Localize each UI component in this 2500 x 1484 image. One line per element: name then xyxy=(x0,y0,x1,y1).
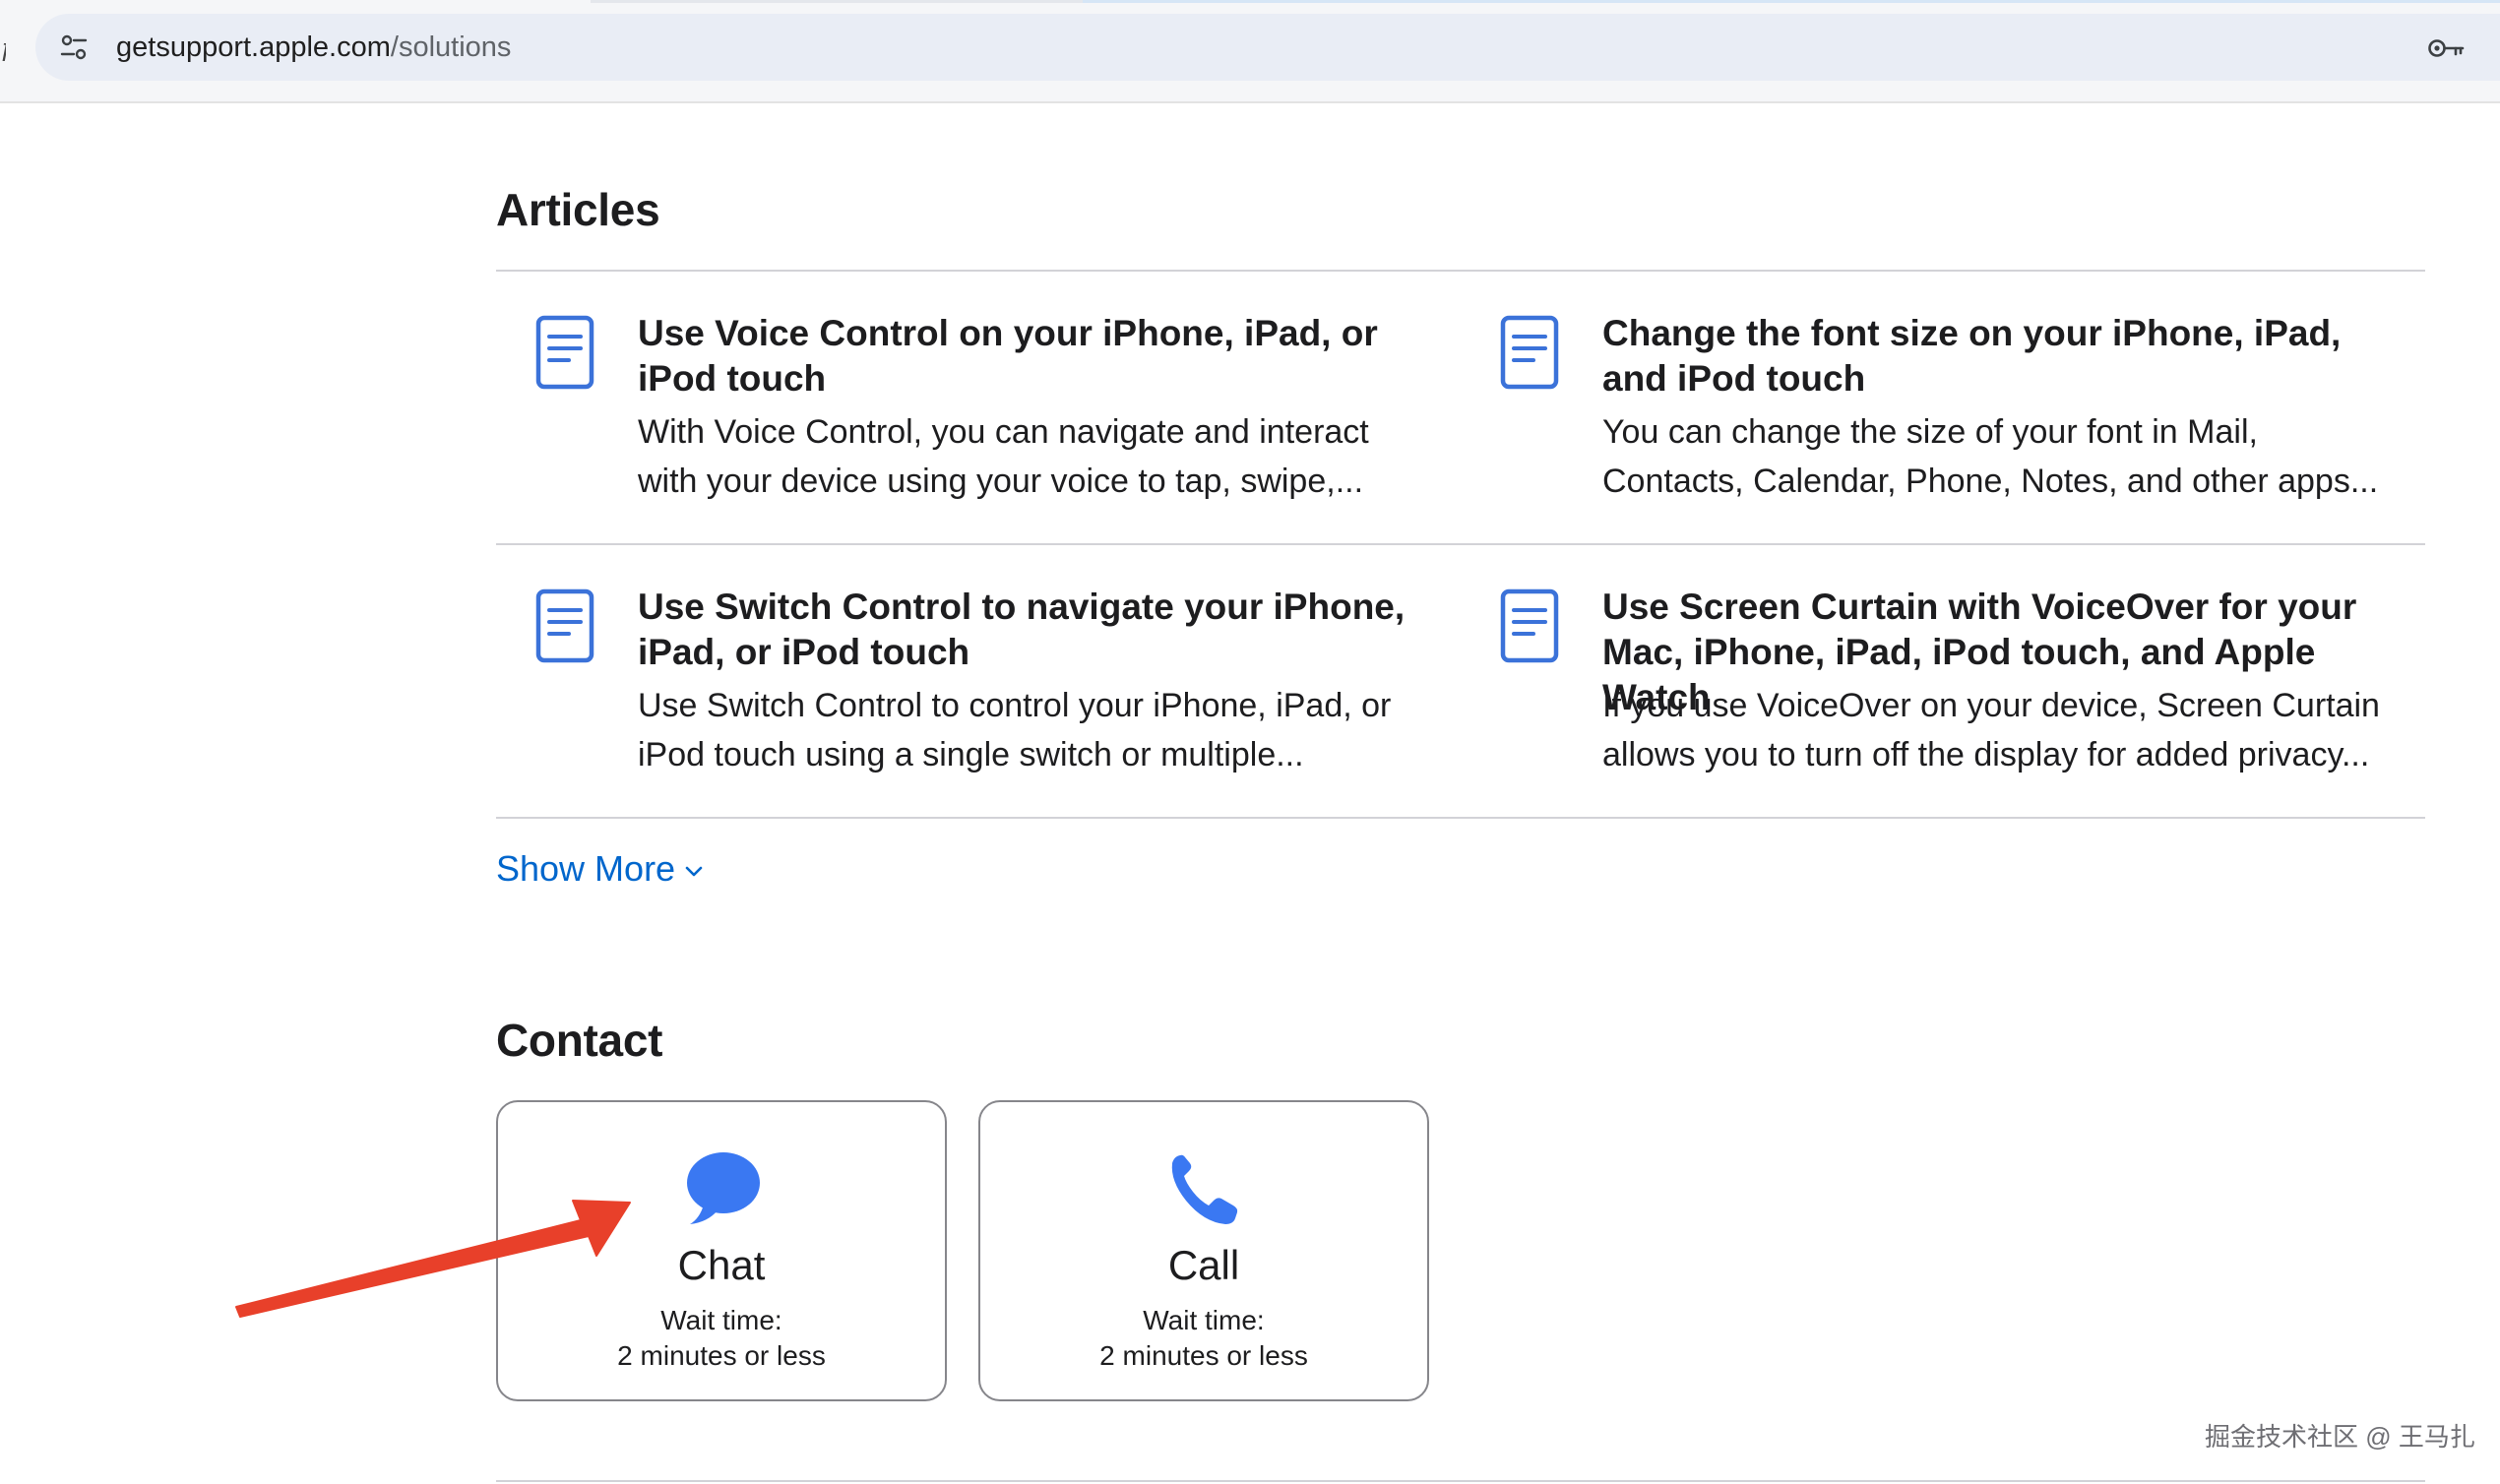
tab-strip xyxy=(0,0,2500,4)
edge-glyph: ƒ xyxy=(0,33,6,61)
article-item[interactable]: Change the font size on your iPhone, iPa… xyxy=(1461,270,2386,506)
address-bar[interactable]: getsupport.apple.com/solutions xyxy=(35,14,2500,81)
article-description: You can change the size of your font in … xyxy=(1602,413,2379,500)
article-title[interactable]: Use Voice Control on your iPhone, iPad, … xyxy=(638,311,1415,402)
article-title[interactable]: Change the font size on your iPhone, iPa… xyxy=(1602,311,2380,402)
article-description: With Voice Control, you can navigate and… xyxy=(638,413,1369,500)
chat-option-card[interactable]: Chat Wait time: 2 minutes or less xyxy=(496,1100,947,1401)
document-icon xyxy=(535,315,594,390)
site-controls-icon[interactable] xyxy=(59,32,89,62)
wait-time-value: 2 minutes or less xyxy=(1099,1340,1308,1371)
call-option-card[interactable]: Call Wait time: 2 minutes or less xyxy=(978,1100,1429,1401)
chat-bubble-icon xyxy=(687,1152,760,1224)
show-more-link[interactable]: Show More xyxy=(496,848,705,890)
article-description: Use Switch Control to control your iPhon… xyxy=(638,687,1392,773)
chat-option-title: Chat xyxy=(677,1242,766,1288)
divider xyxy=(496,1480,2425,1482)
article-item[interactable]: Use Voice Control on your iPhone, iPad, … xyxy=(496,270,1421,506)
contact-heading: Contact xyxy=(496,1015,663,1066)
chat-wait-time: Wait time: 2 minutes or less xyxy=(498,1303,945,1374)
url-host: getsupport.apple.com xyxy=(116,31,391,63)
watermark: 掘金技术社区 @ 王马扎 xyxy=(2205,1422,2475,1452)
show-more-label: Show More xyxy=(496,848,676,889)
article-description: If you use VoiceOver on your device, Scr… xyxy=(1602,687,2380,773)
wait-time-label: Wait time: xyxy=(660,1305,782,1335)
divider xyxy=(496,817,2425,819)
articles-heading: Articles xyxy=(496,184,660,235)
article-item[interactable]: Use Switch Control to navigate your iPho… xyxy=(496,543,1421,779)
article-title[interactable]: Use Switch Control to navigate your iPho… xyxy=(638,585,1415,675)
url-text[interactable]: getsupport.apple.com/solutions xyxy=(116,31,511,63)
tab-strip-segment xyxy=(591,0,1083,3)
document-icon xyxy=(1500,315,1559,390)
phone-icon xyxy=(1171,1154,1238,1224)
article-item[interactable]: Use Screen Curtain with VoiceOver for yo… xyxy=(1461,543,2386,779)
call-wait-time: Wait time: 2 minutes or less xyxy=(980,1303,1427,1374)
password-key-icon[interactable] xyxy=(2427,33,2467,63)
document-icon xyxy=(535,588,594,663)
tab-strip-segment xyxy=(1083,0,2500,3)
call-option-title: Call xyxy=(1167,1242,1240,1288)
chevron-down-icon xyxy=(685,866,703,877)
wait-time-label: Wait time: xyxy=(1143,1305,1265,1335)
document-icon xyxy=(1500,588,1559,663)
wait-time-value: 2 minutes or less xyxy=(617,1340,826,1371)
url-path: /solutions xyxy=(390,31,512,63)
browser-chrome: ƒ getsupport.apple.com/solutions xyxy=(0,0,2500,103)
